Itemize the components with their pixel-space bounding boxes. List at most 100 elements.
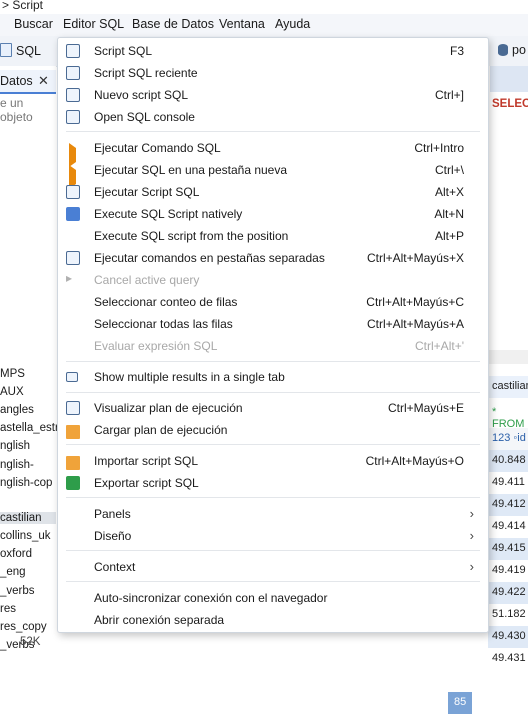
table-cell[interactable]: 49.419 <box>488 560 528 582</box>
menu-item-exportar-script-sql[interactable]: Exportar script SQL <box>58 472 488 494</box>
chevron-right-icon: › <box>469 559 474 574</box>
menu-item-diseno[interactable]: Diseño › <box>58 525 488 547</box>
database-navigator-panel: Datos ✕ e un objeto MPS AUX angles astella_… <box>0 66 59 651</box>
menu-item-script-sql-reciente[interactable]: Script SQL reciente <box>58 62 488 84</box>
menu-item-label: Evaluar expresión SQL <box>94 339 218 353</box>
table-cell[interactable]: 49.422 <box>488 582 528 604</box>
load-plan-icon <box>66 425 80 439</box>
menu-item-open-sql-console[interactable]: Open SQL console <box>58 106 488 128</box>
horizontal-scrollbar[interactable] <box>488 350 528 364</box>
tree-item[interactable]: angles <box>0 404 34 416</box>
menu-item-seleccionar-todas-las-filas[interactable]: Seleccionar todas las filas Ctrl+Alt+Mayú… <box>58 313 488 335</box>
tree-item[interactable]: astella_estr <box>0 422 59 434</box>
column-header-id: 123 ◦id <box>488 428 528 450</box>
menu-item-abrir-conexion-separada[interactable]: Abrir conexión separada <box>58 609 488 631</box>
table-cell[interactable]: 49.412 <box>488 494 528 516</box>
table-cell[interactable]: 51.182 <box>488 604 528 626</box>
menu-ayuda[interactable]: Ayuda <box>275 17 310 31</box>
menu-item-cancel-active-query: ▸ Cancel active query <box>58 269 488 291</box>
menu-ventana[interactable]: Ventana <box>219 17 265 31</box>
tab-datos[interactable]: Datos ✕ <box>0 70 56 94</box>
tree-item[interactable]: _eng <box>0 566 26 578</box>
menu-item-execute-sql-script-from-the-position[interactable]: Execute SQL script from the position Alt+… <box>58 225 488 247</box>
tree-item[interactable]: nglish <box>0 440 30 452</box>
menu-item-ejecutar-comandos-en-pestanas-separadas[interactable]: Ejecutar comandos en pestañas separadas C… <box>58 247 488 269</box>
tree-item[interactable]: collins_uk <box>0 530 51 542</box>
menu-item-ejecutar-comando-sql[interactable]: Ejecutar Comando SQL Ctrl+Intro <box>58 137 488 167</box>
menu-item-context[interactable]: Context › <box>58 556 488 578</box>
table-cell[interactable]: 49.414 <box>488 516 528 538</box>
table-name-label: castilian <box>488 376 528 398</box>
menu-item-script-sql[interactable]: Script SQL F3 <box>58 40 488 62</box>
tree-item[interactable]: oxford <box>0 548 32 560</box>
menu-bar: Buscar Editor SQL Base de Datos Ventana … <box>0 14 528 36</box>
sql-editor-dropdown-menu: Script SQL F3 Script SQL reciente Nuevo scr… <box>57 37 489 633</box>
menu-item-label: Abrir conexión separada <box>94 613 225 627</box>
menu-item-nuevo-script-sql[interactable]: Nuevo script SQL Ctrl+] <box>58 84 488 106</box>
cancel-icon: ▸ <box>66 271 73 285</box>
navigator-filter-input[interactable]: e un objeto <box>0 96 56 124</box>
datasource-selector[interactable]: po <box>498 43 526 57</box>
window-title: > Script <box>2 0 44 12</box>
menu-base-de-datos[interactable]: Base de Datos <box>132 17 214 31</box>
tree-item[interactable]: AUX <box>0 386 24 398</box>
cell-value: 51.182 <box>492 608 526 620</box>
chevron-right-icon: › <box>469 506 474 521</box>
table-cell[interactable]: 49.411 <box>488 472 528 494</box>
tree-item[interactable]: MPS <box>0 368 25 380</box>
menu-item-auto-sincronizar-conexion-con-el-navegador[interactable]: Auto-sincronizar conexión con el navegad… <box>58 587 488 609</box>
table-name-label-text: castilian <box>492 380 528 392</box>
menu-item-label: Visualizar plan de ejecución <box>94 401 243 415</box>
chevron-right-icon: › <box>469 528 474 543</box>
menu-item-execute-sql-script-natively[interactable]: Execute SQL Script natively Alt+N <box>58 203 488 225</box>
menu-item-shortcut: Ctrl+Alt+' <box>415 339 464 353</box>
menu-item-visualizar-plan-de-ejecucion[interactable]: Visualizar plan de ejecución Ctrl+Mayús+E <box>58 397 488 419</box>
results-panel: SELEC castilian * FROM 123 ◦id 40.848 49.411… <box>448 66 528 714</box>
menu-item-label: Cancel active query <box>94 273 200 287</box>
tree-item[interactable]: nglish-cop <box>0 477 52 489</box>
cell-value: 49.430 <box>492 630 526 642</box>
menu-item-ejecutar-script-sql[interactable]: Ejecutar Script SQL Alt+X <box>58 181 488 203</box>
menu-buscar[interactable]: Buscar <box>14 17 53 31</box>
column-header-id-text: 123 ◦id <box>492 432 526 444</box>
run-script-icon <box>66 185 80 199</box>
cell-value: 49.419 <box>492 564 526 576</box>
menu-item-seleccionar-conteo-de-filas[interactable]: Seleccionar conteo de filas Ctrl+Alt+Mayú… <box>58 291 488 313</box>
menu-item-importar-script-sql[interactable]: Importar script SQL Ctrl+Alt+Mayús+O <box>58 450 488 472</box>
row-number: 85 <box>448 692 472 714</box>
cell-value: 49.414 <box>492 520 526 532</box>
new-script-icon <box>66 88 80 102</box>
import-icon <box>66 456 80 470</box>
sql-from-label-text: * FROM <box>492 406 525 430</box>
menu-item-label: Script SQL reciente <box>94 66 198 80</box>
menu-item-ejecutar-sql-en-una-pestana-nueva[interactable]: Ejecutar SQL en una pestaña nueva Ctrl+\ <box>58 159 488 189</box>
tree-item[interactable]: castilian <box>0 512 56 524</box>
script-icon <box>66 44 80 58</box>
menu-item-cargar-plan-de-ejecucion[interactable]: Cargar plan de ejecución <box>58 419 488 441</box>
menu-item-show-multiple-results-in-a-single-tab[interactable]: Show multiple results in a single tab <box>58 366 488 388</box>
cell-value: 40.848 <box>492 454 526 466</box>
table-cell[interactable]: 40.848 <box>488 450 528 472</box>
menu-item-label: Cargar plan de ejecución <box>94 423 228 437</box>
menu-item-shortcut: Ctrl+Alt+Mayús+O <box>365 454 464 468</box>
sql-editor-dropdown[interactable]: SQL <box>0 43 41 58</box>
menu-item-label: Seleccionar todas las filas <box>94 317 233 331</box>
export-icon <box>66 476 80 490</box>
table-cell[interactable]: 49.415 <box>488 538 528 560</box>
cell-value: 49.411 <box>492 476 525 488</box>
table-cell[interactable]: 49.430 <box>488 626 528 648</box>
results-tab[interactable] <box>490 66 528 92</box>
menu-item-shortcut: Ctrl+] <box>434 88 464 102</box>
tree-item[interactable]: res <box>0 603 16 615</box>
menu-item-panels[interactable]: Panels › <box>58 503 488 525</box>
cell-value: 49.415 <box>492 542 526 554</box>
console-icon <box>66 110 80 124</box>
tree-item[interactable]: nglish- <box>0 459 34 471</box>
menu-separator <box>66 550 480 551</box>
close-icon[interactable]: ✕ <box>38 73 49 89</box>
table-cell[interactable]: 49.431 <box>488 648 528 670</box>
menu-editor-sql[interactable]: Editor SQL <box>63 17 124 31</box>
tree-item[interactable]: _verbs <box>0 585 35 597</box>
tree-item[interactable]: res_copy <box>0 621 47 633</box>
menu-item-label: Nuevo script SQL <box>94 88 189 102</box>
